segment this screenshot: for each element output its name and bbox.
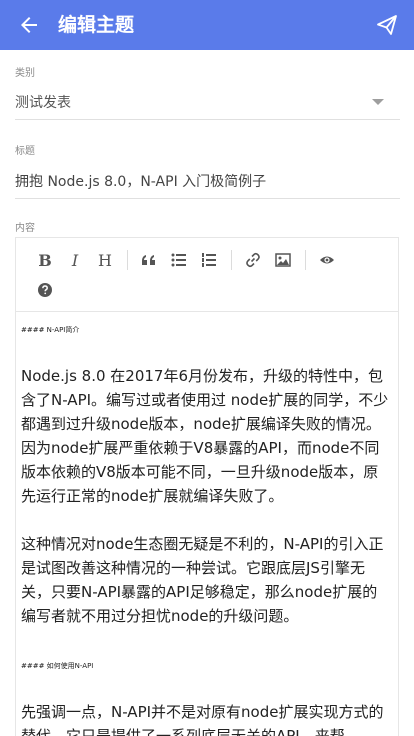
- content-paragraph: 先强调一点，N-API并不是对原有node扩展实现方式的替代，它只是提供了一系列…: [21, 703, 384, 736]
- preview-button[interactable]: [314, 247, 340, 273]
- link-button[interactable]: [240, 247, 266, 273]
- chevron-down-icon: [372, 99, 384, 105]
- list-ol-icon: [202, 253, 216, 267]
- quote-icon: [142, 255, 155, 265]
- category-label: 类别: [15, 68, 35, 79]
- title-label: 标题: [15, 146, 35, 157]
- category-value: 测试发表: [15, 94, 71, 111]
- bold-button[interactable]: B: [32, 247, 58, 273]
- heading-button[interactable]: H: [92, 247, 118, 273]
- quote-button[interactable]: [136, 247, 162, 273]
- help-button[interactable]: [32, 277, 58, 303]
- toolbar-divider: [231, 250, 232, 270]
- app-bar: 编辑主题: [0, 0, 414, 50]
- italic-button[interactable]: I: [62, 247, 88, 273]
- toolbar-divider: [305, 250, 306, 270]
- content-paragraph: 这种情况对node生态圈无疑是不利的，N-API的引入正是试图改善这种情况的一种…: [21, 535, 384, 625]
- unordered-list-button[interactable]: [166, 247, 192, 273]
- list-ul-icon: [171, 253, 186, 267]
- editor-toolbar: B I H: [16, 238, 398, 312]
- category-select[interactable]: 测试发表: [15, 84, 400, 120]
- back-button[interactable]: [14, 10, 44, 40]
- toolbar-divider: [127, 250, 128, 270]
- send-icon: [377, 15, 397, 35]
- send-button[interactable]: [374, 12, 400, 38]
- page-title: 编辑主题: [58, 14, 135, 36]
- ordered-list-button[interactable]: [196, 247, 222, 273]
- content-heading: #### N-API简介: [21, 326, 80, 334]
- content-paragraph: Node.js 8.0 在2017年6月份发布，升级的特性中，包含了N-API。…: [21, 367, 389, 505]
- title-input[interactable]: [15, 172, 400, 189]
- image-icon: [275, 253, 291, 267]
- arrow-left-icon: [21, 17, 37, 33]
- content-label: 内容: [15, 223, 35, 234]
- image-button[interactable]: [270, 247, 296, 273]
- content-heading: #### 如何使用N-API: [21, 662, 94, 670]
- question-circle-icon: [38, 283, 52, 297]
- link-icon: [246, 252, 260, 268]
- markdown-editor: B I H #### N-API简介 Node.js 8.0 在2017年6月份…: [15, 237, 399, 736]
- title-field[interactable]: [15, 163, 400, 199]
- eye-icon: [320, 256, 334, 264]
